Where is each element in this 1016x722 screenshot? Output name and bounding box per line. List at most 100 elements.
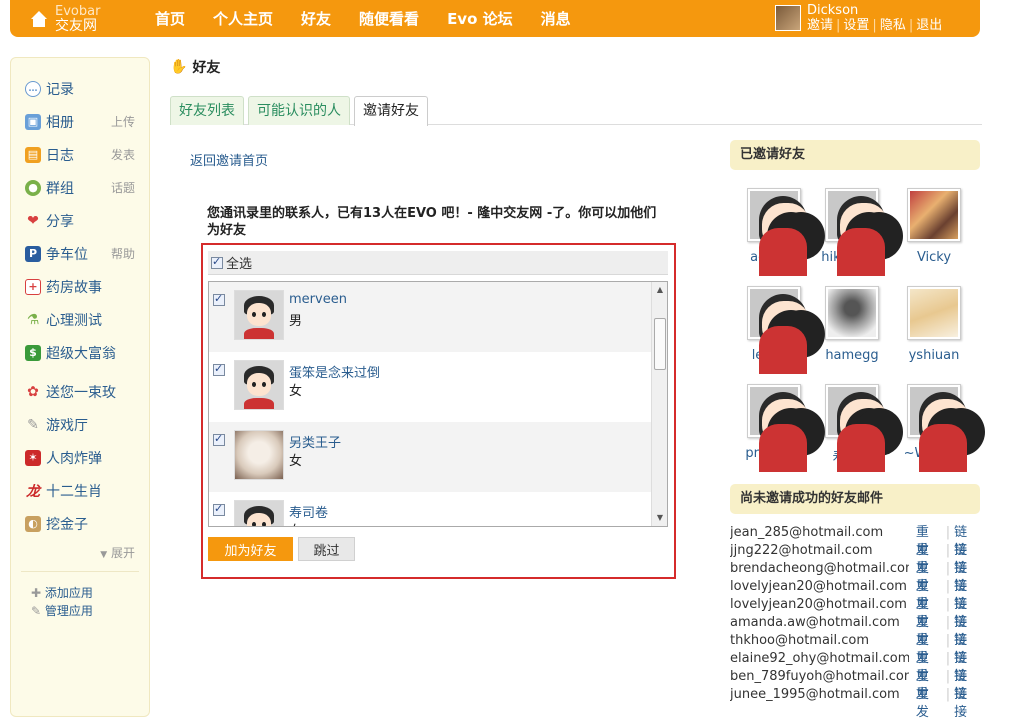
sidebar-item-bomb[interactable]: ✶ 人肉炸弹 <box>25 441 149 474</box>
sidebar-item-albums[interactable]: ▣ 相册 上传 <box>25 105 149 138</box>
contact-name[interactable]: 寿司卷 <box>289 502 328 521</box>
sidebar-item-parking[interactable]: P 争车位 帮助 <box>25 237 149 270</box>
scroll-down-icon[interactable]: ▼ <box>652 510 667 526</box>
sidebar-item-zodiac[interactable]: 龙十二生肖 <box>25 474 149 507</box>
resend-link[interactable]: 重发 <box>916 578 942 612</box>
sidebar-item-rose[interactable]: ✿ 送您一束玫 <box>25 375 149 408</box>
invite-link-link[interactable]: 链接 <box>954 578 980 612</box>
publish-link[interactable]: 发表 <box>111 146 135 163</box>
sidebar-item-groups[interactable]: ● 群组 话题 <box>25 171 149 204</box>
contact-checkbox[interactable] <box>213 292 225 306</box>
sidebar-item-dig-gold[interactable]: ◐ 挖金子 <box>25 507 149 540</box>
resend-link[interactable]: 重发 <box>916 560 942 594</box>
contact-checkbox[interactable] <box>213 502 225 516</box>
avatar <box>910 387 985 473</box>
contact-name[interactable]: 另类王子 <box>289 432 341 451</box>
resend-link[interactable]: 重发 <box>916 542 942 576</box>
settings-link[interactable]: 设置 <box>843 18 869 33</box>
nav-friends[interactable]: 好友 <box>301 8 331 29</box>
sidebar-item-records[interactable]: … 记录 <box>25 72 149 105</box>
back-to-invite-home-link[interactable]: 返回邀请首页 <box>190 150 268 169</box>
invited-friend[interactable]: ~Winte... <box>895 384 985 473</box>
journal-icon: ▤ <box>25 146 41 163</box>
invite-link-link[interactable]: 链接 <box>954 542 980 576</box>
user-avatar[interactable] <box>775 5 801 31</box>
contact-name[interactable]: merveen <box>289 292 347 307</box>
resend-link[interactable]: 重发 <box>916 596 942 630</box>
skip-button[interactable]: 跳过 <box>298 537 355 561</box>
invite-link-link[interactable]: 链接 <box>954 632 980 666</box>
user-name[interactable]: Dickson <box>807 3 942 18</box>
invite-link-link[interactable]: 链接 <box>954 668 980 702</box>
site-logo[interactable]: Evobar 交友网 <box>30 0 100 37</box>
invited-friend[interactable]: adeline <box>735 188 825 277</box>
expand-toggle[interactable]: ▼ 展开 <box>11 544 149 561</box>
invited-friend[interactable]: 寿司卷 <box>813 384 903 473</box>
sidebar-item-share[interactable]: ❤ 分享 <box>25 204 149 237</box>
select-all-label: 全选 <box>226 257 253 272</box>
list-item: brendacheong@hotmail.com 重发 | 链接 <box>730 560 980 594</box>
invited-friend[interactable]: lenn0n <box>735 286 825 375</box>
nav-profile[interactable]: 个人主页 <box>213 8 273 29</box>
help-link[interactable]: 帮助 <box>111 245 135 262</box>
list-item: merveen 男 <box>209 282 667 352</box>
contact-checkbox[interactable] <box>213 432 225 446</box>
heart-icon: ❤ <box>27 212 39 229</box>
add-friend-button[interactable]: 加为好友 <box>208 537 293 561</box>
scroll-thumb[interactable] <box>654 318 666 370</box>
invited-friend[interactable]: hikumaru <box>813 188 903 277</box>
friend-name[interactable]: yshiuan <box>895 348 973 363</box>
invite-link-link[interactable]: 链接 <box>954 614 980 648</box>
resend-link[interactable]: 重发 <box>916 524 942 558</box>
invite-link-link[interactable]: 链接 <box>954 686 980 720</box>
sidebar-item-psych-test[interactable]: ⚗ 心理测试 <box>25 303 149 336</box>
sidebar-item-arcade[interactable]: ✎ 游戏厅 <box>25 408 149 441</box>
invite-link-link[interactable]: 链接 <box>954 650 980 684</box>
logout-link[interactable]: 退出 <box>916 18 942 33</box>
invite-link-link[interactable]: 链接 <box>954 524 980 558</box>
resend-link[interactable]: 重发 <box>916 650 942 684</box>
sidebar-item-blog[interactable]: ▤ 日志 发表 <box>25 138 149 171</box>
nav-home[interactable]: 首页 <box>155 8 185 29</box>
invited-friend[interactable]: Vicky <box>895 188 973 265</box>
resend-link[interactable]: 重发 <box>916 668 942 702</box>
email-address: lovelyjean20@hotmail.com <box>730 579 907 594</box>
contact-list-scrollbar[interactable]: ▲ ▼ <box>651 282 667 526</box>
friend-name[interactable]: Vicky <box>895 250 973 265</box>
invite-link[interactable]: 邀请 <box>807 18 833 33</box>
resend-link[interactable]: 重发 <box>916 614 942 648</box>
scroll-up-icon[interactable]: ▲ <box>652 282 667 298</box>
invite-link-link[interactable]: 链接 <box>954 596 980 630</box>
main-nav: 首页 个人主页 好友 随便看看 Evo 论坛 消息 <box>155 0 599 37</box>
add-app-link[interactable]: ✚ 添加应用 <box>31 584 139 602</box>
invite-link-link[interactable]: 链接 <box>954 560 980 594</box>
nav-forum[interactable]: Evo 论坛 <box>447 8 513 29</box>
resend-link[interactable]: 重发 <box>916 686 942 720</box>
sidebar-item-monopoly[interactable]: $ 超级大富翁 <box>25 336 149 369</box>
invited-friend[interactable]: yshiuan <box>895 286 973 363</box>
avatar <box>828 191 903 277</box>
friend-name[interactable]: hamegg <box>813 348 891 363</box>
select-all-checkbox[interactable] <box>211 255 223 269</box>
avatar <box>234 290 284 340</box>
resend-link[interactable]: 重发 <box>916 632 942 666</box>
tab-people-you-may-know[interactable]: 可能认识的人 <box>248 96 350 125</box>
invited-friend[interactable]: hamegg <box>813 286 891 363</box>
sidebar-item-pharmacy[interactable]: + 药房故事 <box>25 270 149 303</box>
avatar <box>910 289 958 337</box>
invited-friend[interactable]: preloong <box>735 384 825 473</box>
nav-browse[interactable]: 随便看看 <box>359 8 419 29</box>
friends-tabs: 好友列表 可能认识的人 邀请好友 <box>170 96 982 126</box>
tab-invite-friends[interactable]: 邀请好友 <box>354 96 428 126</box>
contact-checkbox[interactable] <box>213 362 225 376</box>
topics-link[interactable]: 话题 <box>111 179 135 196</box>
list-item: elaine92_ohy@hotmail.com 重发 | 链接 <box>730 650 980 684</box>
manage-app-link[interactable]: ✎ 管理应用 <box>31 602 139 620</box>
list-item: 蛋笨是念来过倒 女 <box>209 352 667 422</box>
tab-friend-list[interactable]: 好友列表 <box>170 96 244 125</box>
contact-name[interactable]: 蛋笨是念来过倒 <box>289 362 380 381</box>
nav-messages[interactable]: 消息 <box>541 8 571 29</box>
upload-link[interactable]: 上传 <box>111 113 135 130</box>
select-all-row[interactable]: 全选 <box>208 251 668 275</box>
privacy-link[interactable]: 隐私 <box>880 18 906 33</box>
